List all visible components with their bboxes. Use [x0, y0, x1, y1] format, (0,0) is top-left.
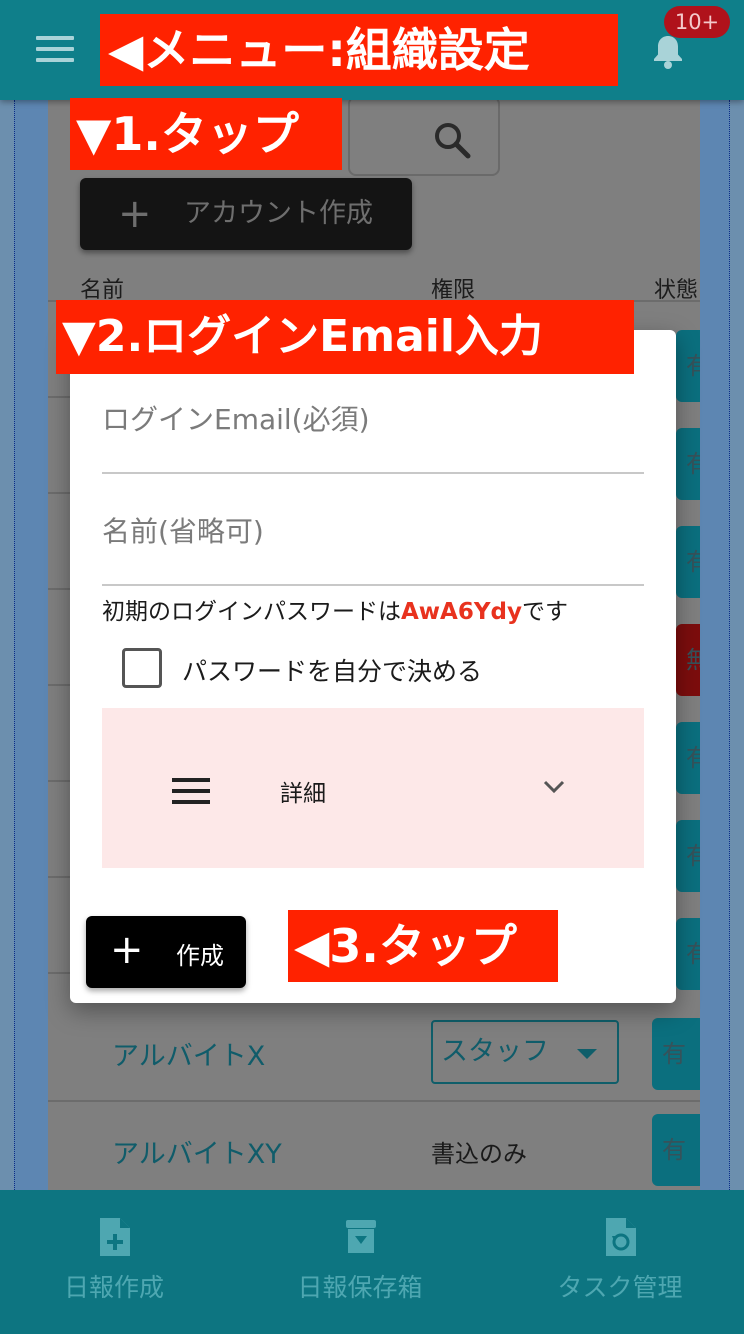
search-icon[interactable]: [432, 120, 472, 160]
notification-badge: 10+: [664, 6, 730, 38]
status-chip[interactable]: 有: [676, 526, 700, 598]
row-divider: [48, 1100, 700, 1102]
initial-password-notice: 初期のログインパスワードはAwA6Ydyです: [102, 592, 568, 626]
status-chip[interactable]: 有: [652, 1018, 700, 1090]
nav-label: 日報保存箱: [297, 1273, 423, 1302]
name-placeholder: 名前(省略可): [102, 515, 264, 548]
status-chip[interactable]: 有: [652, 1114, 700, 1186]
right-edge-strip: [700, 100, 730, 1190]
nav-label: タスク管理: [557, 1273, 683, 1302]
file-plus-icon: [100, 1218, 130, 1256]
name-field[interactable]: 名前(省略可): [102, 510, 644, 586]
app-screen: 10+ + アカウント作成 名前 権限 状態 有 有 有 無 有 有 有 アルバ…: [0, 0, 744, 1334]
chevron-down-icon: [543, 780, 565, 794]
dropdown-caret-icon: [577, 1049, 597, 1059]
notice-suffix: です: [521, 599, 568, 625]
add-account-label: アカウント作成: [184, 198, 373, 229]
email-placeholder: ログインEmail(必須): [102, 403, 370, 436]
nav-label: 日報作成: [63, 1273, 164, 1302]
callout-step3-tap: ◀3.タップ: [288, 910, 558, 982]
list-icon: [172, 778, 210, 811]
role-text: 書込のみ: [431, 1140, 527, 1168]
status-chip-inactive[interactable]: 無: [676, 624, 700, 696]
plus-icon: +: [118, 191, 152, 237]
file-refresh-icon: [606, 1218, 636, 1256]
callout-step2-email: ▼2.ログインEmail入力: [56, 300, 634, 374]
user-name-link[interactable]: アルバイトX: [112, 1034, 265, 1073]
role-select[interactable]: スタッフ: [431, 1020, 619, 1084]
nav-report-archive[interactable]: 日報保存箱: [236, 1190, 484, 1334]
plus-icon: +: [110, 927, 144, 973]
set-own-password-checkbox[interactable]: [122, 648, 162, 688]
add-account-button[interactable]: + アカウント作成: [80, 178, 412, 250]
email-field[interactable]: ログインEmail(必須): [102, 398, 644, 474]
callout-step1-tap: ▼1.タップ: [70, 98, 342, 170]
create-label: 作成: [176, 942, 224, 970]
initial-password: AwA6Ydy: [401, 599, 522, 625]
status-chip[interactable]: 有: [676, 918, 700, 990]
status-chip[interactable]: 有: [676, 820, 700, 892]
set-own-password-label[interactable]: パスワードを自分で決める: [182, 652, 482, 688]
create-account-dialog: ログインEmail(必須) 名前(省略可) 初期のログインパスワードはAwA6Y…: [70, 330, 676, 1003]
archive-box-icon: [346, 1220, 376, 1253]
nav-daily-report-create[interactable]: 日報作成: [0, 1190, 238, 1334]
details-expander[interactable]: 詳細: [102, 708, 644, 868]
details-label: 詳細: [280, 781, 326, 807]
bell-icon[interactable]: [648, 32, 688, 72]
callout-menu-org-settings: ◀メニュー:組織設定: [100, 14, 618, 86]
status-chip[interactable]: 有: [676, 428, 700, 500]
role-select-value: スタッフ: [441, 1036, 549, 1067]
create-button[interactable]: + 作成: [86, 916, 246, 988]
notice-prefix: 初期のログインパスワードは: [102, 599, 401, 625]
hamburger-menu-icon[interactable]: [36, 36, 74, 64]
status-chip[interactable]: 有: [676, 722, 700, 794]
nav-task-management[interactable]: タスク管理: [496, 1190, 744, 1334]
user-name-link[interactable]: アルバイトXY: [112, 1132, 282, 1171]
status-chip[interactable]: 有: [676, 330, 700, 402]
left-edge-strip: [14, 100, 48, 1190]
search-input[interactable]: [348, 100, 500, 176]
bottom-navigation: 日報作成 日報保存箱 タスク管理: [0, 1190, 744, 1334]
